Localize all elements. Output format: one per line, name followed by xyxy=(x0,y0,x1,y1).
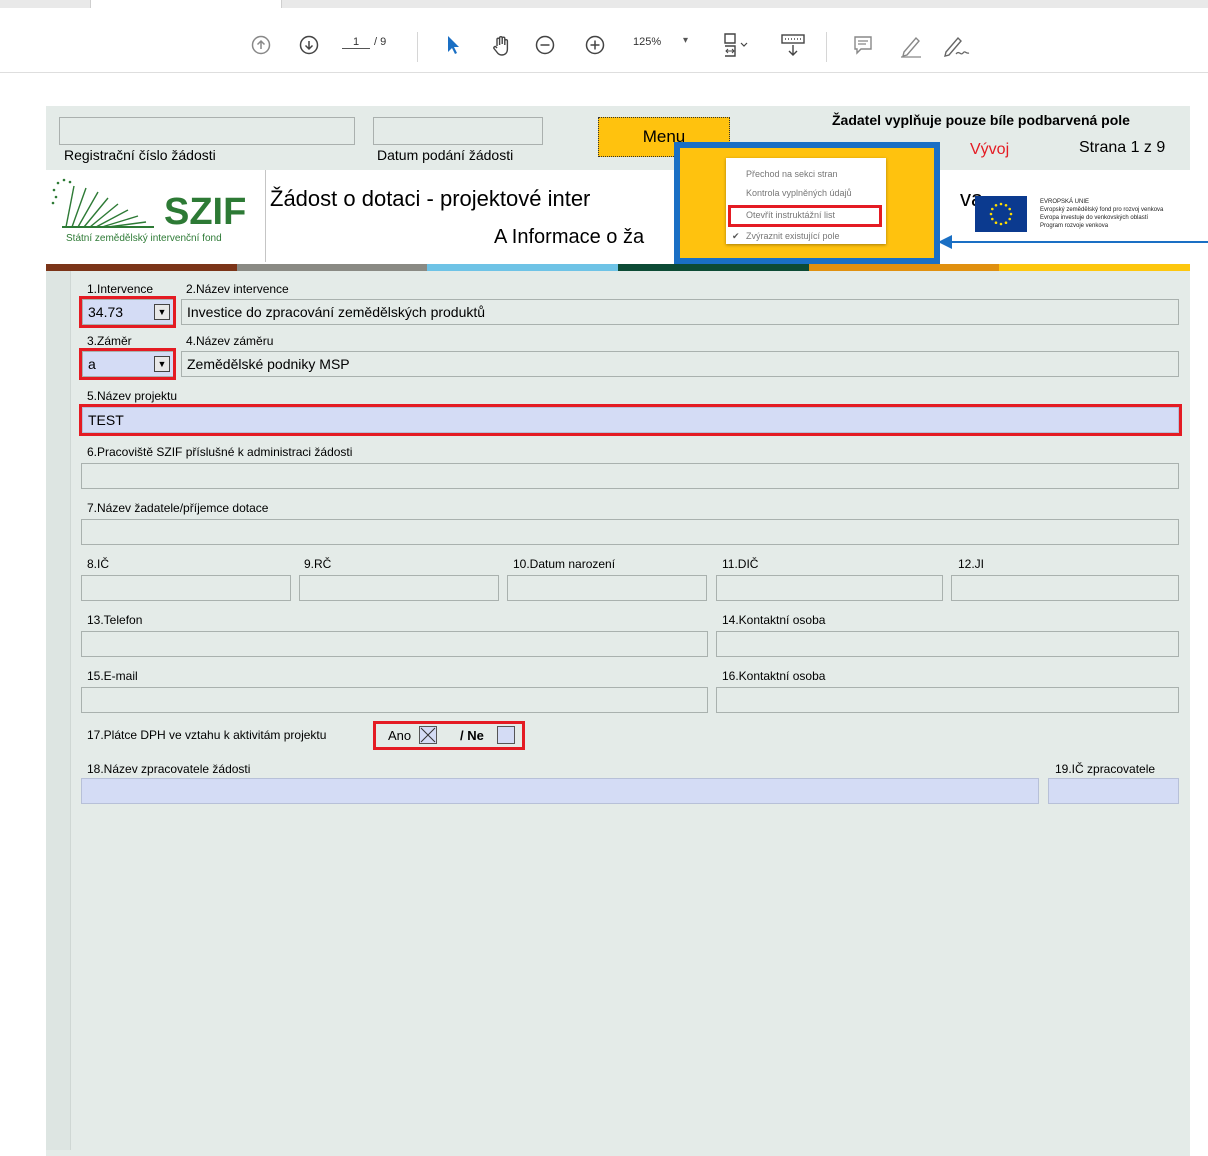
eu-flag-icon xyxy=(975,196,1027,232)
ic-zpracovatele-label: 19.IČ zpracovatele xyxy=(1055,762,1156,776)
hand-tool-icon[interactable] xyxy=(490,34,514,58)
eu-line: Evropský zemědělský fond pro rozvoj venk… xyxy=(1040,207,1164,213)
stripe-segment xyxy=(427,264,619,271)
rc-label: 9.RČ xyxy=(304,557,332,571)
nazev-projektu-label: 5.Název projektu xyxy=(87,389,178,403)
page-indicator: Strana 1 z 9 xyxy=(1079,139,1166,156)
toolbar-divider xyxy=(826,32,827,62)
highlight-pen-icon[interactable] xyxy=(898,34,924,58)
telefon-label: 13.Telefon xyxy=(87,613,143,627)
page-number-input[interactable]: 1 xyxy=(342,36,370,49)
vyvoj-label: Vývoj xyxy=(970,141,1010,158)
szif-wordmark: SZIF xyxy=(164,191,246,232)
submission-date-field[interactable] xyxy=(373,117,543,145)
check-icon: ✔ xyxy=(732,231,740,241)
dic-label: 11.DIČ xyxy=(722,557,759,571)
zoom-level[interactable]: 125% xyxy=(633,36,661,48)
registration-number-field[interactable] xyxy=(59,117,355,145)
fit-page-icon[interactable] xyxy=(722,32,752,58)
nazev-zpracovatele-label: 18.Název zpracovatele žádosti xyxy=(87,762,251,776)
page-total: / 9 xyxy=(374,36,387,48)
zoom-in-icon[interactable] xyxy=(584,34,606,56)
stripe-segment xyxy=(999,264,1191,271)
ji-field[interactable] xyxy=(951,575,1179,601)
color-stripe xyxy=(46,264,1191,271)
zamer-label: 3.Záměr xyxy=(87,334,132,348)
title-divider xyxy=(265,170,266,262)
eu-line: EVROPSKÁ UNIE xyxy=(1040,199,1090,205)
nazev-zameru-field[interactable]: Zemědělské podniky MSP xyxy=(181,351,1179,377)
nazev-projektu-highlight xyxy=(79,404,1182,436)
stripe-segment xyxy=(46,264,237,271)
kontaktni-osoba-2-field[interactable] xyxy=(716,687,1179,713)
nazev-intervence-label: 2.Název intervence xyxy=(186,282,289,296)
intervence-highlight xyxy=(79,296,176,328)
nazev-zpracovatele-field[interactable] xyxy=(81,778,1039,804)
registration-number-label: Registrační číslo žádosti xyxy=(64,147,216,163)
ji-label: 12.JI xyxy=(958,557,985,571)
email-label: 15.E-mail xyxy=(87,669,138,683)
menu-item-zvyraznit[interactable]: Zvýraznit existující pole xyxy=(746,231,840,241)
comment-icon[interactable] xyxy=(852,34,874,56)
kontaktni-osoba-label: 14.Kontaktní osoba xyxy=(722,613,826,627)
szif-subtitle: Státní zemědělský intervenční fond xyxy=(66,233,222,244)
kontaktni-osoba-2-label: 16.Kontaktní osoba xyxy=(722,669,826,683)
pracoviste-field[interactable] xyxy=(81,463,1179,489)
zoom-out-icon[interactable] xyxy=(534,34,556,56)
page-up-icon[interactable] xyxy=(250,34,272,56)
stripe-segment xyxy=(236,264,428,271)
keyboard-scroll-icon[interactable] xyxy=(780,32,806,58)
dic-field[interactable] xyxy=(716,575,943,601)
datum-narozeni-label: 10.Datum narození xyxy=(513,557,616,571)
submission-date-label: Datum podání žádosti xyxy=(377,147,514,163)
fill-instruction-note: Žadatel vyplňuje pouze bíle podbarvená p… xyxy=(832,112,1130,128)
stripe-segment xyxy=(808,264,1000,271)
eu-text-block: EVROPSKÁ UNIE Evropský zemědělský fond p… xyxy=(1040,198,1163,230)
instruktazni-list-highlight xyxy=(728,205,882,227)
page-down-icon[interactable] xyxy=(298,34,320,56)
dph-highlight xyxy=(373,721,525,750)
zamer-highlight xyxy=(79,348,176,380)
datum-narozeni-field[interactable] xyxy=(507,575,707,601)
menu-item-sekce[interactable]: Přechod na sekci stran xyxy=(746,169,838,179)
pracoviste-label: 6.Pracoviště SZIF příslušné k administra… xyxy=(87,445,353,459)
kontaktni-osoba-field[interactable] xyxy=(716,631,1179,657)
sign-icon[interactable] xyxy=(942,34,972,58)
eu-line: Program rozvoje venkova xyxy=(1040,223,1109,229)
select-cursor-icon[interactable] xyxy=(444,34,462,56)
email-field[interactable] xyxy=(81,687,708,713)
pdf-toolbar: 1 / 9 125% ▾ xyxy=(0,8,1208,73)
platce-dph-label: 17.Plátce DPH ve vztahu k aktivitám proj… xyxy=(87,728,327,742)
page-margin-strip xyxy=(46,270,71,1150)
rc-field[interactable] xyxy=(299,575,499,601)
ic-zpracovatele-field[interactable] xyxy=(1048,778,1179,804)
toolbar-divider xyxy=(417,32,418,62)
nazev-intervence-field[interactable]: Investice do zpracování zemědělských pro… xyxy=(181,299,1179,325)
zoom-dropdown-icon[interactable]: ▾ xyxy=(683,35,688,46)
telefon-field[interactable] xyxy=(81,631,708,657)
intervence-label: 1.Intervence xyxy=(87,282,154,296)
nazev-zadatele-label: 7.Název žadatele/příjemce dotace xyxy=(87,501,269,515)
menu-item-kontrola[interactable]: Kontrola vyplněných údajů xyxy=(746,188,852,198)
stripe-segment xyxy=(618,264,809,271)
ic-field[interactable] xyxy=(81,575,291,601)
nazev-zameru-label: 4.Název záměru xyxy=(186,334,274,348)
nazev-zadatele-field[interactable] xyxy=(81,519,1179,545)
section-title: A Informace o ža xyxy=(494,226,645,248)
eu-line: Evropa investuje do venkovských oblastí xyxy=(1040,215,1149,221)
document-title: Žádost o dotaci - projektové inter xyxy=(270,186,591,211)
arrow-left-icon xyxy=(938,235,952,249)
ic-label: 8.IČ xyxy=(87,557,110,571)
callout-arrow-line xyxy=(952,241,1208,243)
